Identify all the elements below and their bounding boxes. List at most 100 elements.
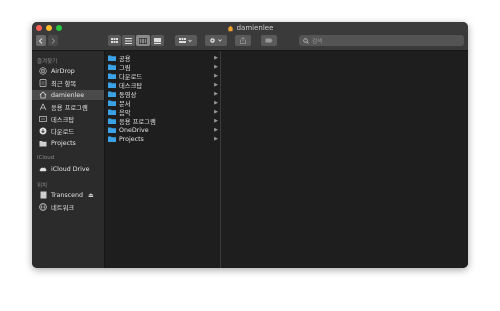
sidebar-item-label: 네트워크 — [51, 204, 75, 212]
recents-icon — [39, 79, 47, 87]
sidebar-item-desktop[interactable]: 데스크탑 — [32, 114, 104, 124]
chevron-right-icon: ▶ — [214, 64, 218, 70]
sidebar-item-network[interactable]: 네트워크 — [32, 202, 104, 212]
desktop-icon — [39, 115, 47, 123]
toolbar: damienlee 검색 — [32, 22, 468, 51]
icloud-header: iCloud — [37, 155, 55, 161]
folder-icon — [108, 73, 116, 79]
file-column-1: 공용 ▶ 그림 ▶ 다운로드 ▶ 데스크탑 ▶ 동영상 ▶ 문서 ▶ 음악 ▶ … — [105, 51, 221, 268]
sidebar-item-label: 응용 프로그램 — [51, 104, 88, 112]
list-item-label: Projects — [119, 135, 144, 143]
list-item[interactable]: 응용 프로그램 ▶ — [105, 117, 220, 126]
sidebar-item-label: AirDrop — [51, 67, 75, 75]
sidebar-item-applications[interactable]: 응용 프로그램 — [32, 102, 104, 112]
folder-icon — [108, 109, 116, 115]
chevron-right-icon: ▶ — [214, 82, 218, 88]
group-icon — [179, 37, 192, 43]
list-item[interactable]: Projects ▶ — [105, 135, 220, 143]
folder-icon — [108, 55, 116, 61]
window-title-text: damienlee — [236, 24, 274, 32]
list-item-label: 동영상 — [119, 91, 137, 99]
list-item[interactable]: 다운로드 ▶ — [105, 72, 220, 81]
grid-icon — [111, 37, 118, 43]
drive-icon — [39, 191, 47, 199]
gallery-icon — [154, 37, 161, 44]
list-item[interactable]: 문서 ▶ — [105, 99, 220, 108]
list-view-button[interactable] — [122, 35, 135, 46]
eject-icon[interactable]: ⏏ — [88, 192, 94, 199]
back-button[interactable] — [36, 35, 46, 46]
sidebar-item-label: Transcend — [51, 191, 83, 199]
file-column-2 — [221, 51, 468, 268]
list-item[interactable]: 음악 ▶ — [105, 108, 220, 117]
columns-icon — [139, 37, 147, 44]
chevron-left-icon — [38, 37, 43, 44]
folder-icon — [108, 118, 116, 124]
list-item-label: OneDrive — [119, 126, 149, 134]
gear-icon — [210, 38, 222, 43]
list-item[interactable]: OneDrive ▶ — [105, 126, 220, 134]
chevron-right-icon: ▶ — [214, 91, 218, 97]
folder-icon — [108, 127, 116, 133]
sidebar-item-downloads[interactable]: 다운로드 — [32, 126, 104, 136]
sidebar-item-home[interactable]: damienlee — [32, 90, 104, 100]
cloud-icon — [39, 165, 47, 173]
list-item[interactable]: 동영상 ▶ — [105, 90, 220, 99]
folder-icon — [108, 91, 116, 97]
chevron-right-icon: ▶ — [214, 73, 218, 79]
list-item-label: 그림 — [119, 64, 131, 72]
list-icon — [125, 37, 132, 44]
list-item[interactable]: 공용 ▶ — [105, 54, 220, 63]
applications-icon — [39, 103, 47, 111]
airdrop-icon — [39, 67, 47, 75]
tag-icon — [265, 38, 273, 43]
column-view-button[interactable] — [136, 35, 150, 46]
folder-icon — [39, 139, 47, 147]
chevron-right-icon: ▶ — [214, 136, 218, 142]
network-icon — [39, 203, 47, 211]
folder-icon — [108, 82, 116, 88]
sidebar-item-label: iCloud Drive — [51, 165, 90, 173]
chevron-right-icon: ▶ — [214, 55, 218, 61]
forward-button[interactable] — [48, 35, 58, 46]
sidebar-item-airdrop[interactable]: AirDrop — [32, 66, 104, 76]
folder-icon — [108, 136, 116, 142]
search-placeholder: 검색 — [312, 38, 323, 45]
sidebar-item-projects[interactable]: Projects — [32, 138, 104, 148]
sidebar-item-icloud-drive[interactable]: iCloud Drive — [32, 164, 104, 174]
tags-button[interactable] — [261, 35, 277, 46]
gallery-view-button[interactable] — [151, 35, 164, 46]
search-icon — [303, 37, 309, 44]
list-item-label: 응용 프로그램 — [119, 118, 156, 126]
finder-window: damienlee 검색 즐겨찾기 AirDrop 최근 항목 damienle… — [32, 22, 468, 268]
chevron-right-icon — [51, 37, 56, 44]
locations-header: 위치 — [37, 183, 48, 189]
icon-view-button[interactable] — [108, 35, 121, 46]
share-button[interactable] — [235, 35, 251, 46]
list-item[interactable]: 데스크탑 ▶ — [105, 81, 220, 90]
list-item-label: 다운로드 — [119, 73, 143, 81]
action-menu-button[interactable] — [205, 35, 227, 46]
downloads-icon — [39, 127, 47, 135]
list-item[interactable]: 그림 ▶ — [105, 63, 220, 72]
sidebar-item-label: 다운로드 — [51, 128, 75, 136]
search-input[interactable]: 검색 — [299, 35, 464, 46]
group-by-button[interactable] — [175, 35, 197, 46]
list-item-label: 문서 — [119, 100, 131, 108]
home-icon — [39, 91, 47, 99]
window-title: damienlee — [32, 23, 468, 33]
chevron-right-icon: ▶ — [214, 100, 218, 106]
folder-icon — [108, 100, 116, 106]
chevron-right-icon: ▶ — [214, 118, 218, 124]
folder-icon — [108, 64, 116, 70]
list-item-label: 데스크탑 — [119, 82, 143, 90]
home-icon — [227, 25, 233, 31]
sidebar-item-transcend[interactable]: Transcend ⏏ — [32, 190, 104, 200]
sidebar-item-recents[interactable]: 최근 항목 — [32, 78, 104, 88]
sidebar-item-label: 데스크탑 — [51, 116, 75, 124]
list-item-label: 음악 — [119, 109, 131, 117]
sidebar-item-label: 최근 항목 — [51, 80, 77, 88]
favorites-header: 즐겨찾기 — [37, 59, 58, 65]
share-icon — [240, 37, 246, 44]
chevron-right-icon: ▶ — [214, 109, 218, 115]
